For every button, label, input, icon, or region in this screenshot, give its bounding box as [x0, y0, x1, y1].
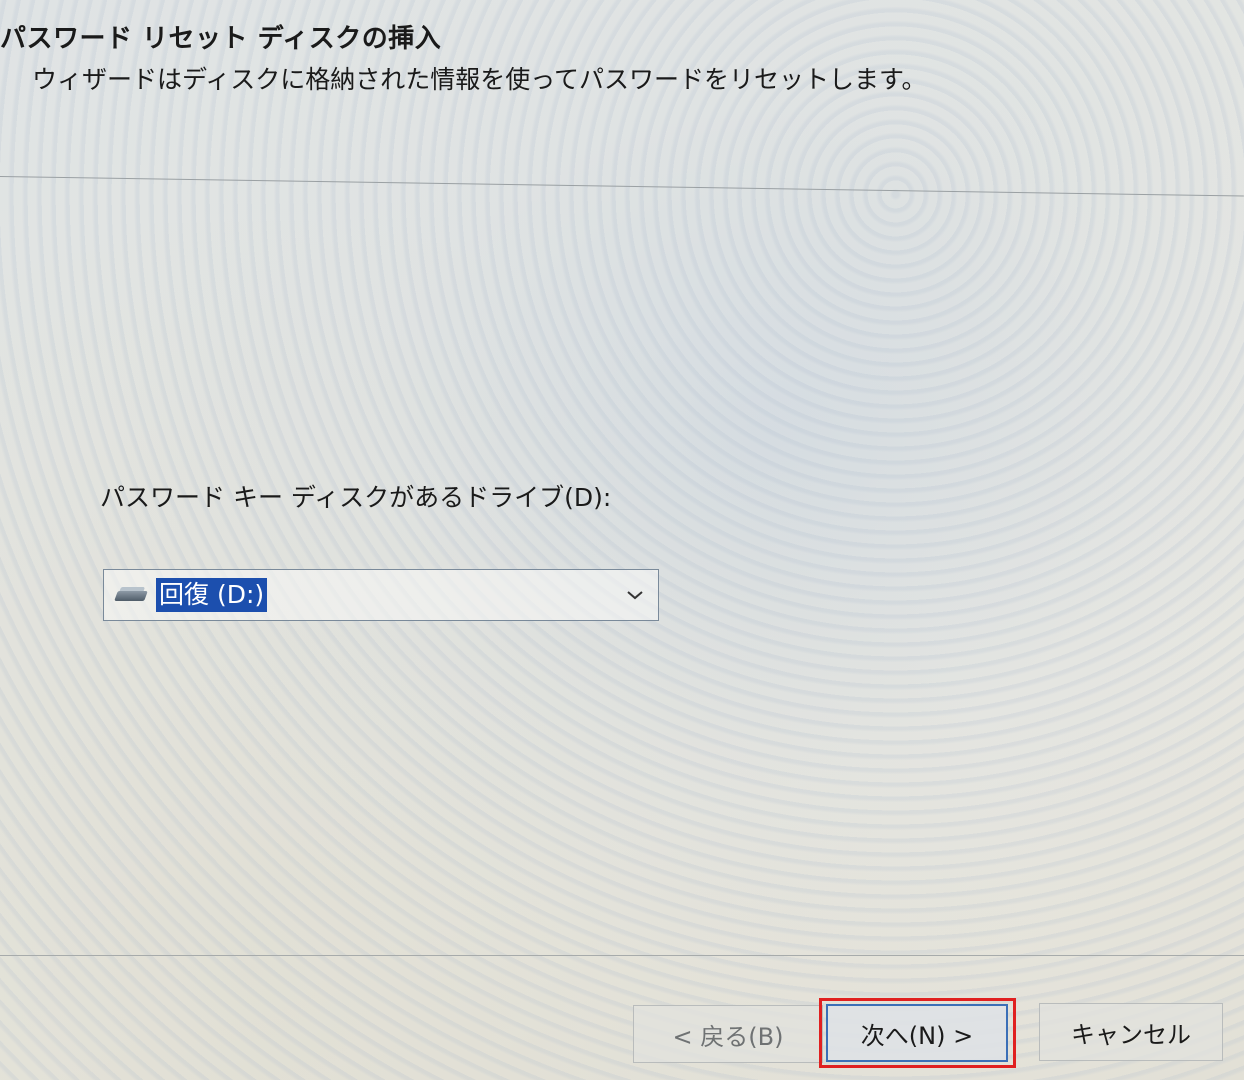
- drive-select[interactable]: 回復 (D:): [103, 569, 659, 621]
- page-title: パスワード リセット ディスクの挿入: [0, 24, 442, 54]
- page-subtitle: ウィザードはディスクに格納された情報を使ってパスワードをリセットします。: [32, 65, 927, 94]
- back-button[interactable]: < 戻る(B): [633, 1005, 823, 1063]
- drive-selected-value: 回復 (D:): [156, 578, 268, 612]
- next-button[interactable]: 次へ(N) >: [826, 1004, 1008, 1062]
- chevron-down-icon[interactable]: [622, 582, 648, 608]
- footer-divider: [0, 955, 1244, 956]
- screen-moire: [0, 0, 1244, 1080]
- drive-icon: [114, 585, 150, 605]
- cancel-button[interactable]: キャンセル: [1039, 1003, 1223, 1061]
- header-divider: [0, 176, 1244, 197]
- drive-label: パスワード キー ディスクがあるドライブ(D):: [100, 483, 612, 512]
